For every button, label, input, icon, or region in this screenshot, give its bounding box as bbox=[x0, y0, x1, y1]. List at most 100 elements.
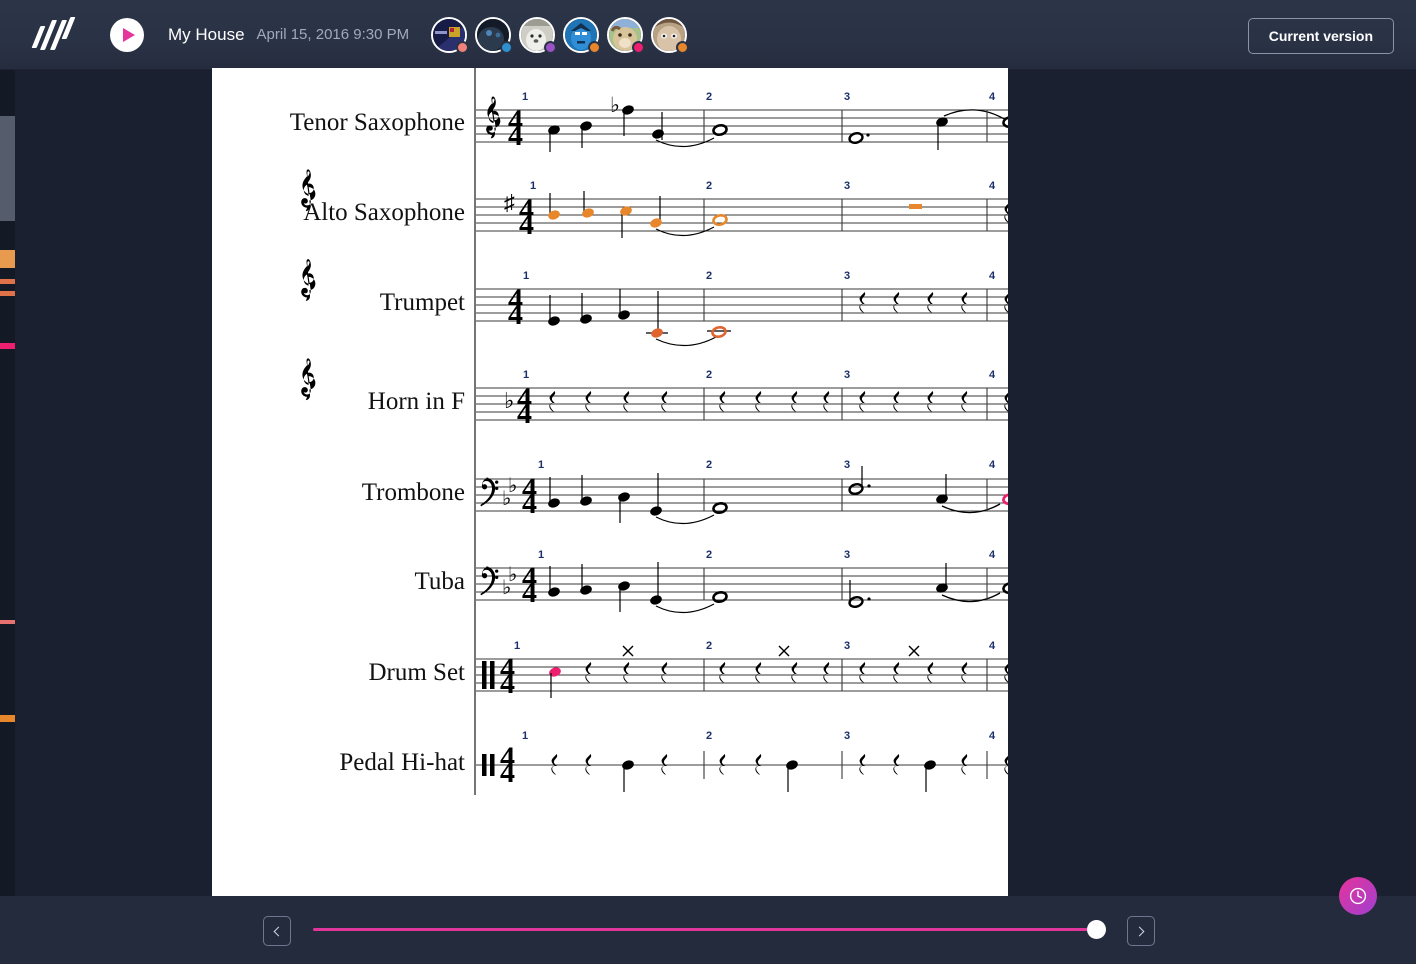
svg-text:4: 4 bbox=[508, 119, 523, 152]
chevron-left-icon bbox=[273, 926, 284, 936]
current-version-button[interactable]: Current version bbox=[1247, 18, 1394, 54]
svg-text:4: 4 bbox=[989, 180, 996, 192]
svg-text:4: 4 bbox=[500, 756, 515, 789]
svg-text:4: 4 bbox=[989, 369, 996, 381]
svg-text:3: 3 bbox=[844, 369, 850, 381]
stave-pedal-hi-hat: Pedal Hi-hat 4 4 1 2 3 4 bbox=[339, 730, 1008, 792]
svg-text:2: 2 bbox=[706, 459, 712, 471]
previous-page-button[interactable] bbox=[263, 916, 291, 946]
stave-label-trumpet: Trumpet bbox=[380, 289, 465, 316]
notehead-user-orange bbox=[582, 208, 594, 218]
stave-tenor-saxophone: Tenor Saxophone 4 4 1 2 3 4 ♭ bbox=[290, 91, 1008, 152]
score-sheet[interactable]: Tenor Saxophone 4 4 1 2 3 4 ♭ Alto Saxop… bbox=[212, 68, 1008, 896]
tie bbox=[655, 514, 715, 525]
chevron-right-icon bbox=[1134, 926, 1145, 936]
svg-text:1: 1 bbox=[538, 459, 544, 471]
stave-alto-saxophone: Alto Saxophone ♯ 4 4 1 2 3 4 bbox=[301, 169, 1008, 241]
stave-label-horn-in-f: Horn in F bbox=[368, 388, 465, 415]
stave-label-drum-set: Drum Set bbox=[368, 659, 465, 686]
marker-pink-1 bbox=[0, 343, 15, 349]
svg-text:4: 4 bbox=[519, 208, 534, 241]
notehead-user-orange bbox=[650, 218, 662, 228]
version-history-button[interactable] bbox=[1339, 877, 1377, 915]
measure-number: 3 bbox=[844, 91, 850, 103]
marker-pink-2 bbox=[0, 620, 15, 624]
avatar-collaborator-6[interactable] bbox=[651, 16, 690, 54]
avatar-collaborator-5[interactable] bbox=[607, 16, 646, 54]
play-button[interactable] bbox=[110, 17, 144, 52]
clock-icon bbox=[1349, 887, 1367, 905]
tie bbox=[655, 336, 717, 347]
svg-text:1: 1 bbox=[523, 369, 529, 381]
svg-text:3: 3 bbox=[844, 459, 850, 471]
percussion-clef bbox=[482, 754, 487, 776]
percussion-clef bbox=[490, 754, 495, 776]
flat-logo-icon[interactable] bbox=[31, 15, 84, 55]
svg-text:2: 2 bbox=[706, 730, 712, 742]
svg-text:2: 2 bbox=[706, 549, 712, 561]
notehead bbox=[652, 129, 664, 139]
cross-notehead bbox=[622, 645, 920, 657]
svg-text:1: 1 bbox=[523, 270, 529, 282]
notehead-user-pink bbox=[549, 667, 561, 677]
marker-orange-3 bbox=[0, 291, 15, 296]
scroll-thumb[interactable] bbox=[0, 116, 15, 221]
svg-text:1: 1 bbox=[514, 640, 520, 652]
score-notation[interactable]: Tenor Saxophone 4 4 1 2 3 4 ♭ Alto Saxop… bbox=[212, 68, 1008, 896]
marker-orange-4 bbox=[0, 715, 15, 722]
score-date: April 15, 2016 9:30 PM bbox=[256, 26, 410, 43]
notehead-user-orange bbox=[651, 328, 663, 338]
svg-text:1: 1 bbox=[522, 730, 528, 742]
next-page-button[interactable] bbox=[1127, 916, 1155, 946]
svg-text:4: 4 bbox=[522, 487, 537, 520]
percussion-clef bbox=[482, 661, 487, 689]
avatar-collaborator-3[interactable] bbox=[519, 16, 558, 54]
score-title: My House bbox=[168, 24, 245, 44]
svg-text:4: 4 bbox=[989, 640, 996, 652]
status-dot bbox=[544, 40, 558, 54]
app-header: My House April 15, 2016 9:30 PM Current … bbox=[0, 0, 1416, 70]
stave-label-tuba: Tuba bbox=[415, 568, 466, 595]
status-dot bbox=[676, 40, 690, 54]
stave-horn-in-f: Horn in F ♭ 4 4 1 2 3 4 bbox=[301, 358, 1008, 430]
notehead bbox=[622, 105, 634, 115]
timeline-track[interactable] bbox=[313, 928, 1100, 931]
stave-label-pedal-hi-hat: Pedal Hi-hat bbox=[339, 749, 465, 776]
stave-trumpet: Trumpet 4 4 1 2 3 4 bbox=[301, 259, 1008, 347]
svg-text:4: 4 bbox=[508, 298, 523, 331]
augmentation-dot bbox=[867, 484, 871, 488]
svg-text:3: 3 bbox=[844, 270, 850, 282]
avatar-collaborator-1[interactable] bbox=[431, 16, 470, 54]
play-icon bbox=[122, 27, 135, 42]
svg-text:2: 2 bbox=[706, 270, 712, 282]
svg-text:4: 4 bbox=[989, 459, 996, 471]
notehead bbox=[580, 121, 592, 131]
svg-text:3: 3 bbox=[844, 180, 850, 192]
augmentation-dot bbox=[867, 597, 871, 601]
stave-label-tenor-saxophone: Tenor Saxophone bbox=[290, 109, 465, 136]
whole-note-user-orange bbox=[711, 325, 727, 339]
svg-text:♯: ♯ bbox=[504, 190, 515, 215]
svg-text:4: 4 bbox=[989, 270, 996, 282]
stave-tuba: Tuba ♭ ♭ 4 4 1 2 3 4 bbox=[415, 549, 1008, 614]
stave-drum-set: Drum Set 4 4 1 2 3 4 bbox=[368, 640, 1008, 700]
percussion-clef bbox=[490, 661, 495, 689]
measure-number: 4 bbox=[989, 91, 996, 103]
measure-number: 2 bbox=[706, 91, 712, 103]
timeline-handle[interactable] bbox=[1087, 920, 1106, 939]
quarter-rests bbox=[1004, 202, 1008, 223]
collaboration-marker-strip[interactable] bbox=[0, 70, 15, 900]
svg-text:♭: ♭ bbox=[502, 488, 511, 510]
avatar-collaborator-4[interactable] bbox=[563, 16, 602, 54]
stave-label-alto-saxophone: Alto Saxophone bbox=[303, 199, 465, 226]
marker-orange-2 bbox=[0, 279, 15, 284]
svg-text:2: 2 bbox=[706, 369, 712, 381]
collaborator-avatars bbox=[431, 16, 690, 54]
svg-text:1: 1 bbox=[530, 180, 536, 192]
augmentation-dot bbox=[866, 133, 870, 137]
svg-text:3: 3 bbox=[844, 730, 850, 742]
avatar-collaborator-2[interactable] bbox=[475, 16, 514, 54]
svg-text:♭: ♭ bbox=[504, 388, 514, 413]
status-dot bbox=[456, 40, 470, 54]
notehead-user-orange bbox=[548, 210, 560, 220]
